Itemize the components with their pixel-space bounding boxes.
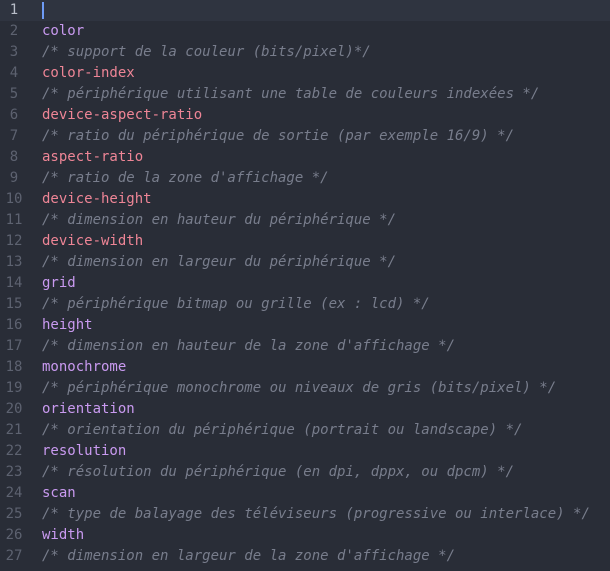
media-feature-name: color-index	[42, 65, 135, 81]
text-cursor	[42, 2, 44, 19]
code-line[interactable]: 12 device-width	[0, 231, 610, 252]
code-line[interactable]: 13 /* dimension en largeur du périphériqu…	[0, 252, 610, 273]
media-feature-name: aspect-ratio	[42, 149, 144, 165]
comment-text: /* orientation du périphérique (portrait…	[42, 422, 523, 438]
code-line[interactable]: 11 /* dimension en hauteur du périphériqu…	[0, 210, 610, 231]
code-line[interactable]: 26 width	[0, 525, 610, 546]
line-number: 20	[5, 401, 23, 417]
code-line[interactable]: 6 device-aspect-ratio	[0, 105, 610, 126]
media-feature-name: device-width	[42, 233, 144, 249]
line-number: 12	[5, 233, 23, 249]
line-number: 7	[9, 128, 19, 144]
line-number: 16	[5, 317, 23, 333]
line-number: 2	[9, 23, 19, 39]
code-line[interactable]: 22 resolution	[0, 441, 610, 462]
line-number: 17	[5, 338, 23, 354]
code-line[interactable]: 19 /* périphérique monochrome ou niveaux …	[0, 378, 610, 399]
code-line[interactable]: 27 /* dimension en largeur de la zone d'a…	[0, 546, 610, 567]
line-number: 27	[5, 548, 23, 564]
line-number: 14	[5, 275, 23, 291]
media-feature-name: scan	[42, 485, 76, 501]
code-line[interactable]: 14 grid	[0, 273, 610, 294]
comment-text: /* type de balayage des téléviseurs (pro…	[42, 506, 590, 522]
line-number: 3	[9, 44, 19, 60]
comment-text: /* support de la couleur (bits/pixel)*/	[42, 44, 371, 60]
code-line[interactable]: 21 /* orientation du périphérique (portra…	[0, 420, 610, 441]
comment-text: /* ratio du périphérique de sortie (par …	[42, 128, 515, 144]
code-line[interactable]: 5 /* périphérique utilisant une table de …	[0, 84, 610, 105]
comment-text: /* dimension en hauteur de la zone d'aff…	[42, 338, 456, 354]
line-number: 5	[9, 86, 19, 102]
comment-text: /* périphérique monochrome ou niveaux de…	[42, 380, 557, 396]
media-feature-name: device-height	[42, 191, 152, 207]
code-line[interactable]: 15 /* périphérique bitmap ou grille (ex :…	[0, 294, 610, 315]
line-number: 19	[5, 380, 23, 396]
line-number: 24	[5, 485, 23, 501]
code-line[interactable]: 18 monochrome	[0, 357, 610, 378]
line-number: 4	[9, 65, 19, 81]
code-line[interactable]: 16 height	[0, 315, 610, 336]
comment-text: /* dimension en largeur de la zone d'aff…	[42, 548, 456, 564]
line-number: 13	[5, 254, 23, 270]
line-number: 18	[5, 359, 23, 375]
code-line[interactable]: 1	[0, 0, 610, 21]
code-line[interactable]: 8 aspect-ratio	[0, 147, 610, 168]
code-line[interactable]: 23 /* résolution du périphérique (en dpi,…	[0, 462, 610, 483]
comment-text: /* périphérique utilisant une table de c…	[42, 86, 540, 102]
comment-text: /* dimension en hauteur du périphérique …	[42, 212, 397, 228]
media-feature-name: orientation	[42, 401, 135, 417]
line-number: 8	[9, 149, 19, 165]
line-number: 11	[5, 212, 23, 228]
code-line[interactable]: 2 color	[0, 21, 610, 42]
line-number: 22	[5, 443, 23, 459]
line-number: 21	[5, 422, 23, 438]
comment-text: /* dimension en largeur du périphérique …	[42, 254, 397, 270]
line-number: 1	[9, 2, 19, 18]
code-line[interactable]: 24 scan	[0, 483, 610, 504]
media-feature-name: device-aspect-ratio	[42, 107, 203, 123]
comment-text: /* périphérique bitmap ou grille (ex : l…	[42, 296, 430, 312]
line-number: 6	[9, 107, 19, 123]
code-line[interactable]: 9 /* ratio de la zone d'affichage */	[0, 168, 610, 189]
line-number: 25	[5, 506, 23, 522]
code-line[interactable]: 20 orientation	[0, 399, 610, 420]
comment-text: /* ratio de la zone d'affichage */	[42, 170, 329, 186]
line-number: 26	[5, 527, 23, 543]
line-number: 15	[5, 296, 23, 312]
code-line[interactable]: 7 /* ratio du périphérique de sortie (par…	[0, 126, 610, 147]
code-line[interactable]: 10 device-height	[0, 189, 610, 210]
media-feature-name: resolution	[42, 443, 127, 459]
code-line[interactable]: 17 /* dimension en hauteur de la zone d'a…	[0, 336, 610, 357]
media-feature-name: height	[42, 317, 93, 333]
line-number: 10	[5, 191, 23, 207]
line-number: 23	[5, 464, 23, 480]
media-feature-name: color	[42, 23, 85, 39]
code-line[interactable]: 3 /* support de la couleur (bits/pixel)*/	[0, 42, 610, 63]
media-feature-name: width	[42, 527, 85, 543]
media-feature-name: monochrome	[42, 359, 127, 375]
code-line[interactable]: 4 color-index	[0, 63, 610, 84]
media-feature-name: grid	[42, 275, 76, 291]
code-line[interactable]: 25 /* type de balayage des téléviseurs (p…	[0, 504, 610, 525]
line-number: 9	[9, 170, 19, 186]
comment-text: /* résolution du périphérique (en dpi, d…	[42, 464, 515, 480]
code-editor[interactable]: 1 2 color 3/* support de la couleur (bits/p…	[0, 0, 610, 571]
